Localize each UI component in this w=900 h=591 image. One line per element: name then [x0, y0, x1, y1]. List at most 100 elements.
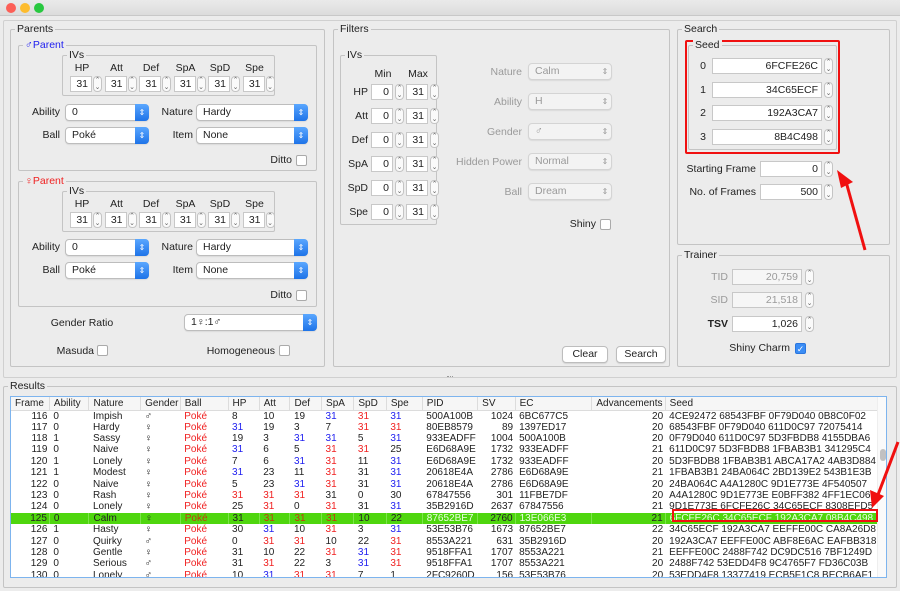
female-iv-def-stepper[interactable]: ⌃ ⌄ — [162, 212, 171, 228]
maximize-window-button[interactable] — [34, 3, 44, 13]
filter-spd-max-input[interactable]: 31 — [406, 180, 428, 196]
tsv-input[interactable]: 1,026 — [732, 316, 802, 332]
table-row[interactable]: 126 1 Hasty ♀ Poké 30 31 10 31 3 31 53E53B76 1673 876… — [11, 524, 886, 535]
table-row[interactable]: 120 1 Lonely ♀ Poké 7 6 31 31 11 31 E6D68A9E 1732 933… — [11, 456, 886, 467]
female-iv-att-stepper[interactable]: ⌃ ⌄ — [127, 212, 137, 228]
filter-spe-min-input[interactable]: 0 — [371, 204, 393, 220]
table-row[interactable]: 130 0 Lonely ♂ Poké 10 31 31 31 7 1 2FC9260D 156 53E5… — [11, 570, 886, 577]
seed-0-input[interactable]: 6FCFE26C — [712, 58, 822, 74]
gender-ratio-select[interactable]: 1♀:1♂ ⇕ — [184, 314, 317, 331]
sid-stepper[interactable]: ⌃ ⌄ — [805, 292, 814, 308]
seed-3-stepper[interactable]: ⌃ ⌄ — [824, 128, 833, 145]
seed-2-stepper[interactable]: ⌃ ⌄ — [824, 105, 833, 121]
column-header-att[interactable]: Att — [259, 397, 291, 411]
filter-att-min-input[interactable]: 0 — [371, 108, 393, 124]
minimize-window-button[interactable] — [20, 3, 30, 13]
starting-frame-input[interactable]: 0 — [760, 161, 822, 177]
female-iv-spa-stepper[interactable]: ⌃ ⌄ — [196, 212, 206, 228]
filter-att-min-stepper[interactable]: ⌃ ⌄ — [395, 108, 404, 124]
male-iv-spa-input[interactable]: 31 — [173, 76, 196, 92]
male-iv-spe-input[interactable]: 31 — [242, 76, 265, 92]
filter-hp-max-stepper[interactable]: ⌃ ⌄ — [430, 84, 439, 100]
filter-ball-select[interactable]: Dream ⇕ — [528, 183, 612, 200]
table-row[interactable]: 116 0 Impish ♂ Poké 8 10 19 31 31 31 500A100B 1024 6B… — [11, 410, 886, 422]
female-iv-spd-input[interactable]: 31 — [208, 212, 230, 228]
filter-att-max-input[interactable]: 31 — [406, 108, 428, 124]
column-header-seed[interactable]: Seed — [665, 397, 886, 411]
column-header-spd[interactable]: SpD — [353, 397, 387, 411]
filter-def-min-stepper[interactable]: ⌃ ⌄ — [395, 132, 404, 148]
starting-frame-stepper[interactable]: ⌃ ⌄ — [824, 161, 833, 177]
homogeneous-checkbox[interactable] — [279, 345, 290, 356]
table-row[interactable]: 122 0 Naive ♀ Poké 5 23 31 31 31 31 20618E4A 2786 E6D… — [11, 478, 886, 490]
filter-def-min-input[interactable]: 0 — [371, 132, 393, 148]
table-row[interactable]: 128 0 Gentle ♀ Poké 31 10 22 31 31 31 9518FFA1 1707 8… — [11, 547, 886, 558]
sid-input[interactable]: 21,518 — [732, 292, 802, 308]
male-iv-att-stepper[interactable]: ⌃ ⌄ — [127, 76, 137, 92]
column-header-nature[interactable]: Nature — [88, 397, 142, 411]
male-ability-select[interactable]: 0 ⇕ — [65, 104, 149, 121]
filter-spa-max-input[interactable]: 31 — [406, 156, 428, 172]
female-iv-hp-input[interactable]: 31 — [70, 212, 92, 228]
close-window-button[interactable] — [6, 3, 16, 13]
female-iv-spa-input[interactable]: 31 — [173, 212, 196, 228]
column-header-ec[interactable]: EC — [515, 397, 593, 411]
clear-button[interactable]: Clear — [562, 346, 608, 363]
filter-hp-max-input[interactable]: 31 — [406, 84, 428, 100]
column-header-ability[interactable]: Ability — [49, 397, 90, 411]
filter-spe-min-stepper[interactable]: ⌃ ⌄ — [395, 204, 404, 220]
male-ditto-checkbox[interactable] — [296, 155, 307, 166]
male-iv-spa-stepper[interactable]: ⌃ ⌄ — [196, 76, 206, 92]
table-row[interactable]: 119 0 Naive ♀ Poké 31 6 5 31 31 25 E6D68A9E 1732 933E… — [11, 444, 886, 455]
tid-stepper[interactable]: ⌃ ⌄ — [805, 269, 814, 285]
filter-ability-select[interactable]: H ⇕ — [528, 93, 612, 110]
male-iv-hp-input[interactable]: 31 — [70, 76, 92, 92]
column-header-hp[interactable]: HP — [228, 397, 260, 411]
filter-spa-min-stepper[interactable]: ⌃ ⌄ — [395, 156, 404, 172]
filter-def-max-input[interactable]: 31 — [406, 132, 428, 148]
female-iv-spe-input[interactable]: 31 — [242, 212, 265, 228]
seed-2-input[interactable]: 192A3CA7 — [712, 105, 822, 121]
female-item-select[interactable]: None ⇕ — [196, 262, 308, 279]
frames-stepper[interactable]: ⌃ ⌄ — [824, 184, 833, 200]
frames-input[interactable]: 500 — [760, 184, 822, 200]
female-iv-spd-stepper[interactable]: ⌃ ⌄ — [231, 212, 240, 228]
filter-shiny-checkbox[interactable] — [600, 219, 611, 230]
column-header-advancements[interactable]: Advancements — [591, 397, 666, 411]
column-header-pid[interactable]: PID — [422, 397, 479, 411]
column-header-gender[interactable]: Gender — [140, 397, 181, 411]
column-header-frame[interactable]: Frame — [11, 397, 50, 411]
male-iv-def-stepper[interactable]: ⌃ ⌄ — [162, 76, 171, 92]
filter-def-max-stepper[interactable]: ⌃ ⌄ — [430, 132, 439, 148]
female-nature-select[interactable]: Hardy ⇕ — [196, 239, 308, 256]
filter-gender-select[interactable]: ♂ ⇕ — [528, 123, 612, 140]
filter-hp-min-stepper[interactable]: ⌃ ⌄ — [395, 84, 404, 100]
filter-spd-max-stepper[interactable]: ⌃ ⌄ — [430, 180, 439, 196]
table-row[interactable]: 123 0 Rash ♀ Poké 31 31 31 31 0 30 67847556 301 11FBE… — [11, 490, 886, 501]
seed-1-input[interactable]: 34C65ECF — [712, 81, 822, 98]
female-iv-hp-stepper[interactable]: ⌃ ⌄ — [93, 212, 102, 228]
male-item-select[interactable]: None ⇕ — [196, 127, 308, 144]
female-ball-select[interactable]: Poké ⇕ — [65, 262, 149, 279]
tsv-stepper[interactable]: ⌃ ⌄ — [805, 316, 814, 332]
filter-hidden-power-select[interactable]: Normal ⇕ — [528, 153, 612, 170]
filter-spe-max-input[interactable]: 31 — [406, 204, 428, 220]
seed-3-input[interactable]: 8B4C498 — [712, 128, 822, 145]
search-button[interactable]: Search — [616, 346, 666, 363]
filter-spe-max-stepper[interactable]: ⌃ ⌄ — [430, 204, 439, 220]
female-iv-att-input[interactable]: 31 — [104, 212, 127, 228]
split-pane-handle[interactable] — [447, 376, 453, 379]
filter-spa-min-input[interactable]: 0 — [371, 156, 393, 172]
filter-nature-select[interactable]: Calm ⇕ — [528, 63, 612, 80]
male-iv-hp-stepper[interactable]: ⌃ ⌄ — [93, 76, 102, 92]
column-header-spe[interactable]: Spe — [386, 397, 423, 411]
table-row[interactable]: 118 1 Sassy ♀ Poké 19 3 31 31 5 31 933EADFF 1004 500A… — [11, 433, 886, 444]
column-header-sv[interactable]: SV — [477, 397, 516, 411]
tid-input[interactable]: 20,759 — [732, 269, 802, 285]
male-iv-spe-stepper[interactable]: ⌃ ⌄ — [265, 76, 275, 92]
male-iv-def-input[interactable]: 31 — [139, 76, 161, 92]
female-ditto-checkbox[interactable] — [296, 290, 307, 301]
filter-spa-max-stepper[interactable]: ⌃ ⌄ — [430, 156, 439, 172]
table-row[interactable]: 129 0 Serious ♂ Poké 31 31 22 3 31 31 9518FFA1 1707 8… — [11, 558, 886, 569]
filter-spd-min-stepper[interactable]: ⌃ ⌄ — [395, 180, 404, 196]
